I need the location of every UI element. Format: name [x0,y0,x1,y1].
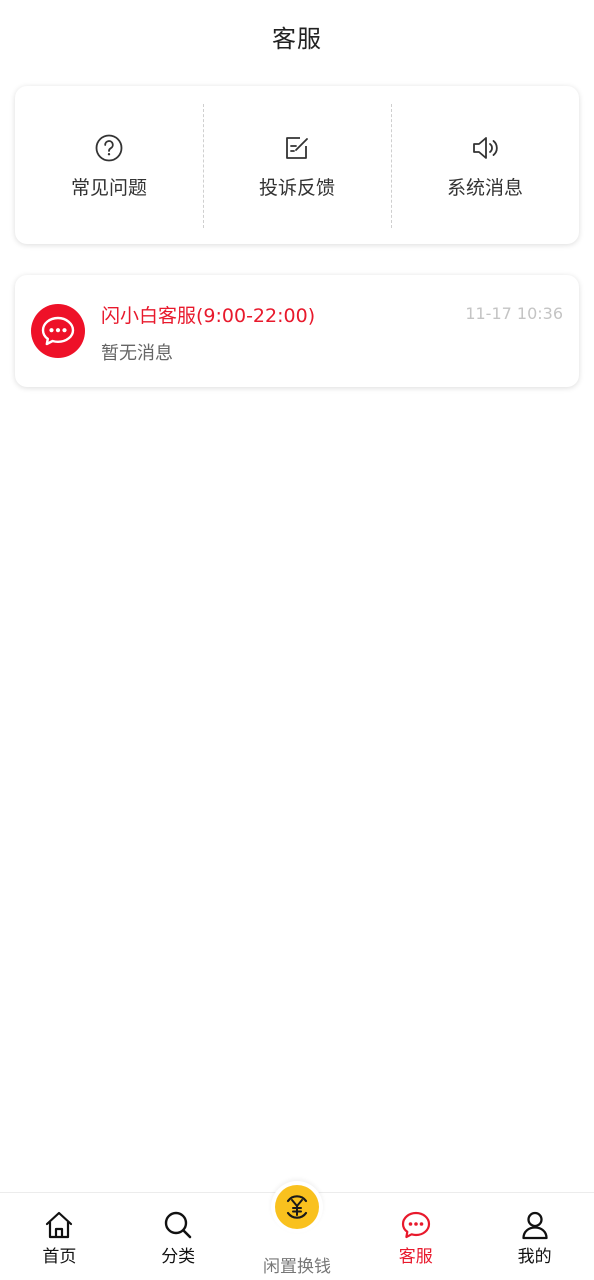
complaint-feedback-button[interactable]: 投诉反馈 [203,86,391,244]
chat-bubble-icon [41,316,75,346]
tab-mine[interactable]: 我的 [475,1193,594,1280]
header: 客服 [0,0,594,72]
home-icon [46,1211,73,1239]
conversation-preview: 暂无消息 [101,343,173,364]
tab-category[interactable]: 分类 [119,1193,238,1280]
conversation-time: 11-17 10:36 [465,304,563,323]
customer-service-page: 客服 常见问题 投诉反馈 系统消息 闪小白客服(9:00-22:00) 11-1… [0,0,594,1280]
tab-home-label: 首页 [42,1247,77,1267]
tab-sell-idle-label: 闲置换钱 [262,1257,331,1277]
tab-home[interactable]: 首页 [0,1193,119,1280]
tab-category-label: 分类 [161,1247,196,1267]
conversation-name: 闪小白客服(9:00-22:00) [101,305,316,327]
chat-icon [401,1211,430,1239]
bottom-tab-bar: 首页 分类 闲置换钱 客服 我的 [0,1181,594,1280]
speaker-icon [473,136,498,159]
yuan-coin-icon [274,1185,319,1229]
system-messages-label: 系统消息 [446,176,523,199]
faq-label: 常见问题 [70,176,147,199]
edit-note-icon [286,136,308,159]
question-circle-icon [95,134,123,161]
tab-sell-idle[interactable]: 闲置换钱 [238,1181,357,1280]
quick-actions-card: 常见问题 投诉反馈 系统消息 [15,86,579,244]
user-icon [521,1211,548,1240]
tab-customer-service-label: 客服 [398,1247,433,1267]
faq-button[interactable]: 常见问题 [15,86,203,244]
page-title: 客服 [272,24,322,53]
system-messages-button[interactable]: 系统消息 [391,86,579,244]
tab-mine-label: 我的 [517,1247,552,1267]
avatar [31,304,85,358]
tab-customer-service[interactable]: 客服 [356,1193,475,1280]
search-icon [164,1211,192,1239]
conversation-item[interactable]: 闪小白客服(9:00-22:00) 11-17 10:36 暂无消息 [15,275,579,387]
sell-idle-bubble [270,1181,323,1233]
complaint-feedback-label: 投诉反馈 [258,176,335,199]
